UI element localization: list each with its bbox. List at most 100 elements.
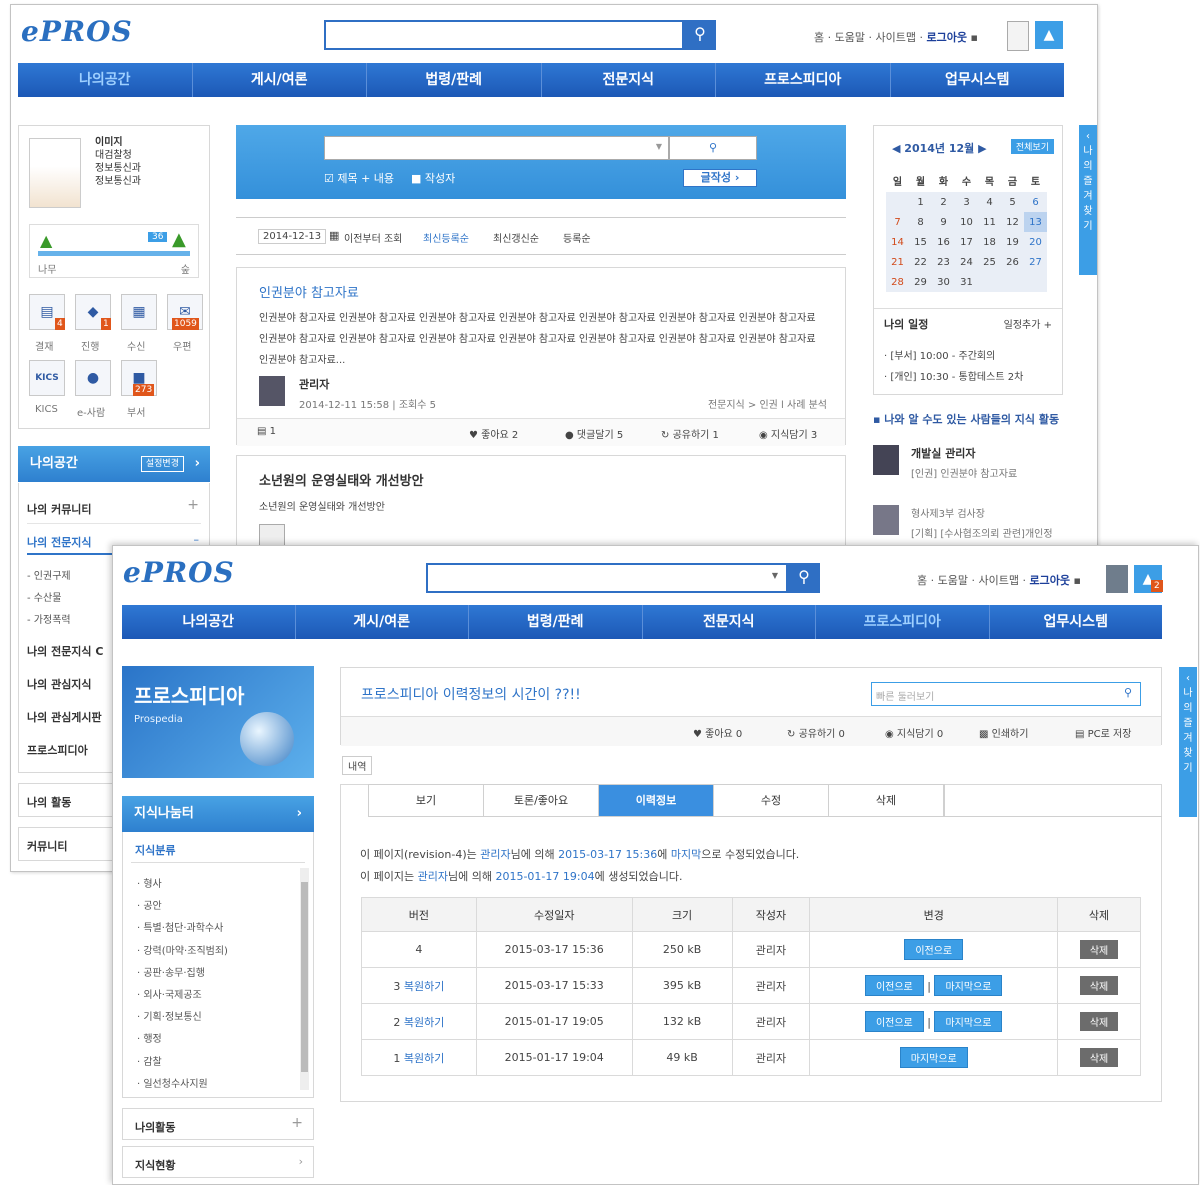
- nav-board[interactable]: 게시/여론: [193, 63, 367, 97]
- calendar-day[interactable]: 8: [909, 212, 932, 232]
- menu-expert-c[interactable]: 나의 전문지식 C: [27, 643, 103, 659]
- favorites-tab[interactable]: ‹ 나 의 즐 겨 찾 기: [1179, 667, 1197, 817]
- category-item[interactable]: · 강력(마약·조직범죄): [137, 941, 228, 963]
- delete-button[interactable]: 삭제: [1079, 1048, 1119, 1067]
- sort-registered[interactable]: 등록순: [563, 230, 591, 245]
- kics-icon[interactable]: KICS: [29, 360, 65, 396]
- sitemap-link[interactable]: 사이트맵: [979, 574, 1019, 587]
- calendar-day[interactable]: 12: [1001, 212, 1024, 232]
- last-button[interactable]: 마지막으로: [934, 975, 1003, 996]
- home-link[interactable]: 홈: [917, 574, 927, 587]
- sort-newest[interactable]: 최신등록순: [423, 230, 469, 245]
- tab-4[interactable]: 삭제: [829, 785, 944, 817]
- calendar-day[interactable]: 4: [978, 192, 1001, 212]
- menu-community[interactable]: 나의 커뮤니티: [27, 501, 92, 517]
- calendar-day[interactable]: [1024, 272, 1047, 292]
- settings-button[interactable]: 설정변경: [140, 456, 184, 472]
- sub-item[interactable]: - 인권구제: [27, 566, 71, 588]
- restore-link[interactable]: 복원하기: [404, 980, 444, 993]
- calendar-day[interactable]: 3: [955, 192, 978, 212]
- last-button[interactable]: 마지막으로: [934, 1011, 1003, 1032]
- prev-button[interactable]: 이전으로: [864, 1011, 924, 1032]
- menu-interest-board[interactable]: 나의 관심게시판: [27, 709, 102, 725]
- help-link[interactable]: 도움말: [938, 574, 968, 587]
- scrap-button[interactable]: ◉ 지식담기 0: [885, 725, 943, 740]
- option-author[interactable]: ■ 작성자: [411, 170, 455, 186]
- receive-icon[interactable]: ▦: [121, 294, 157, 330]
- plus-icon[interactable]: +: [187, 497, 199, 513]
- menu-interest[interactable]: 나의 관심지식: [27, 676, 92, 692]
- restore-link[interactable]: 복원하기: [404, 1052, 444, 1065]
- board-search-icon[interactable]: ⚲: [669, 136, 757, 160]
- category-item[interactable]: · 기획·정보통신: [137, 1007, 228, 1029]
- share-button[interactable]: ↻ 공유하기 0: [787, 725, 845, 740]
- avatar[interactable]: [1106, 565, 1128, 593]
- calendar-day[interactable]: 16: [932, 232, 955, 252]
- category-item[interactable]: · 형사: [137, 874, 228, 896]
- calendar-day[interactable]: 17: [955, 232, 978, 252]
- schedule-add-button[interactable]: 일정추가 +: [1004, 316, 1052, 331]
- avatar[interactable]: [1007, 21, 1029, 51]
- tab-3[interactable]: 수정: [714, 785, 829, 817]
- calendar-day[interactable]: 28: [886, 272, 909, 292]
- like-button[interactable]: ♥ 좋아요 0: [693, 725, 742, 740]
- chevron-right-icon[interactable]: ›: [297, 796, 302, 832]
- calendar-day[interactable]: 6: [1024, 192, 1047, 212]
- global-search-input[interactable]: [324, 20, 684, 50]
- calendar-day[interactable]: 18: [978, 232, 1001, 252]
- calendar-day[interactable]: [978, 272, 1001, 292]
- search-icon[interactable]: ⚲: [1124, 686, 1132, 699]
- calendar-day[interactable]: 15: [909, 232, 932, 252]
- share-button[interactable]: ↻ 공유하기 1: [661, 426, 719, 441]
- restore-link[interactable]: 복원하기: [404, 1016, 444, 1029]
- prev-button[interactable]: 이전으로: [904, 939, 964, 960]
- calendar-day[interactable]: 24: [955, 252, 978, 272]
- menu-expert[interactable]: 나의 전문지식: [27, 534, 92, 550]
- history-label[interactable]: 내역: [342, 756, 373, 775]
- calendar-day[interactable]: 27: [1024, 252, 1047, 272]
- calendar-day[interactable]: [1001, 272, 1024, 292]
- calendar-day[interactable]: 14: [886, 232, 909, 252]
- scrollbar[interactable]: [300, 868, 309, 1090]
- tab-2[interactable]: 이력정보: [599, 785, 714, 817]
- category-item[interactable]: · 감찰: [137, 1052, 228, 1074]
- search-icon[interactable]: ⚲: [684, 20, 716, 50]
- schedule-item[interactable]: · [부서] 10:00 - 주간회의: [884, 346, 1023, 367]
- category-item[interactable]: · 행정: [137, 1029, 228, 1051]
- menu-prospedia[interactable]: 프로스피디아: [27, 742, 88, 758]
- plus-icon[interactable]: +: [291, 1115, 303, 1131]
- calendar-day[interactable]: 26: [1001, 252, 1024, 272]
- post-title[interactable]: 인권분야 참고자료: [259, 282, 359, 301]
- calendar-day[interactable]: 19: [1001, 232, 1024, 252]
- calendar-day[interactable]: 30: [932, 272, 955, 292]
- myact-box[interactable]: 나의활동 +: [122, 1108, 314, 1140]
- tab-0[interactable]: 보기: [369, 785, 484, 817]
- chevron-right-icon[interactable]: ›: [195, 446, 200, 482]
- calendar-day[interactable]: 20: [1024, 232, 1047, 252]
- nav-expert[interactable]: 전문지식: [643, 605, 816, 639]
- quick-search-input[interactable]: 빠른 둘러보기 ⚲: [871, 682, 1141, 706]
- category-item[interactable]: · 공판·송무·집행: [137, 963, 228, 985]
- print-button[interactable]: ▩ 인쇄하기: [979, 725, 1028, 740]
- schedule-item[interactable]: · [개인] 10:30 - 통합테스트 2차: [884, 367, 1023, 388]
- sub-item[interactable]: - 수산물: [27, 588, 71, 610]
- board-search-input[interactable]: ▼: [324, 136, 669, 160]
- last-button[interactable]: 마지막으로: [899, 1047, 968, 1068]
- calendar-day[interactable]: 5: [1001, 192, 1024, 212]
- calendar-day[interactable]: 13: [1024, 212, 1047, 232]
- category-item[interactable]: · 공안: [137, 896, 228, 918]
- prev-button[interactable]: 이전으로: [864, 975, 924, 996]
- nav-law[interactable]: 법령/판례: [469, 605, 643, 639]
- calendar-day[interactable]: [886, 192, 909, 212]
- tab-1[interactable]: 토론/좋아요: [484, 785, 599, 817]
- calendar-day[interactable]: 22: [909, 252, 932, 272]
- favorites-tab[interactable]: ‹ 나 의 즐 겨 찾 기: [1079, 125, 1097, 275]
- nav-myspace[interactable]: 나의공간: [18, 63, 193, 97]
- editor-link[interactable]: 관리자: [480, 848, 510, 861]
- date-field[interactable]: 2014-12-13: [258, 229, 327, 244]
- delete-button[interactable]: 삭제: [1079, 1012, 1119, 1031]
- sub-item[interactable]: - 가정폭력: [27, 610, 71, 632]
- category-item[interactable]: · 외사·국제공조: [137, 985, 228, 1007]
- calendar-day[interactable]: 1: [909, 192, 932, 212]
- nav-prospedia[interactable]: 프로스피디아: [816, 605, 990, 639]
